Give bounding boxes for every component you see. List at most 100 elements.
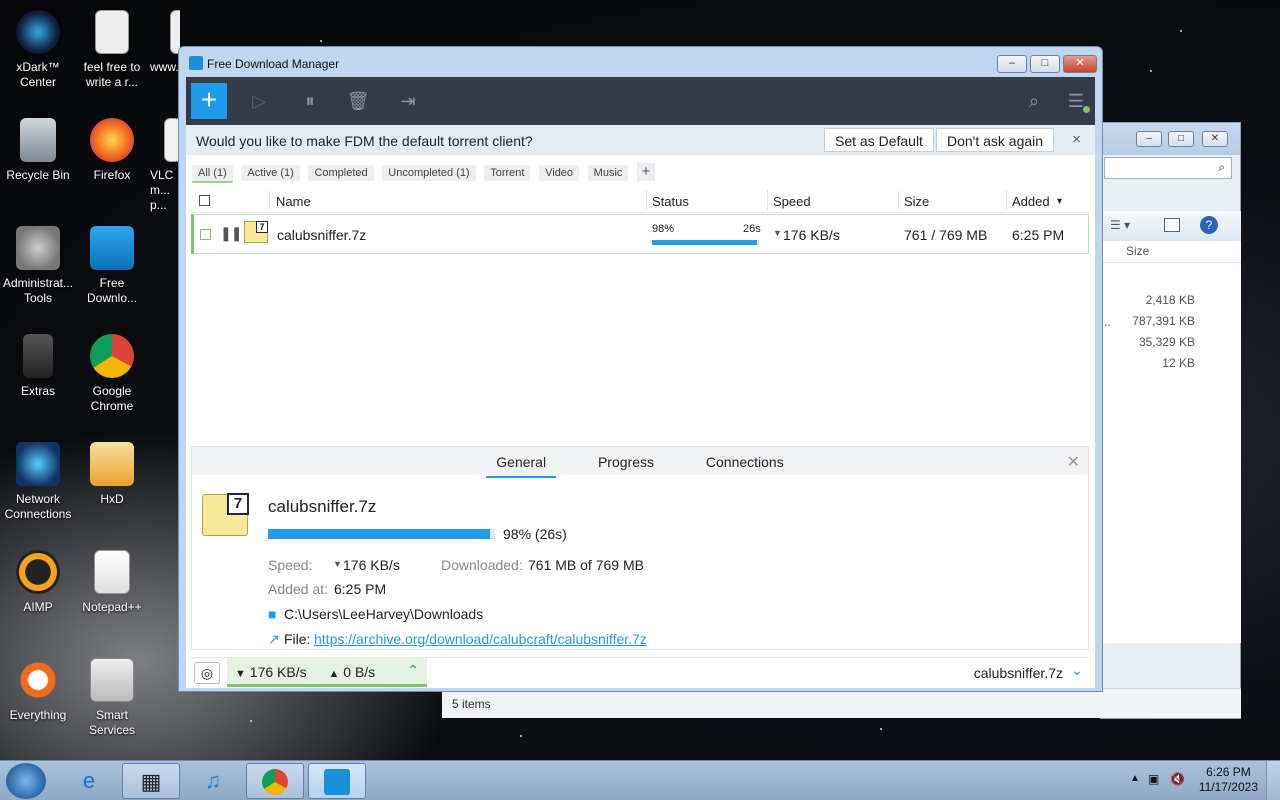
- file-size: 2,418 KB: [1145, 293, 1195, 307]
- explorer-titlebar: – □ ✕: [1100, 123, 1240, 155]
- status-percent: 98%: [652, 223, 675, 235]
- menu-icon[interactable]: ☰: [1058, 83, 1094, 119]
- status-column-header[interactable]: Status: [652, 194, 689, 209]
- select-all-checkbox[interactable]: [199, 195, 210, 206]
- maximize-button[interactable]: □: [1168, 131, 1194, 147]
- download-arrow-icon: ▼: [235, 668, 246, 680]
- desktop-icon-everything[interactable]: Everything: [0, 658, 76, 723]
- network-icon[interactable]: ▣: [1148, 772, 1159, 786]
- close-button[interactable]: ✕: [1202, 131, 1228, 147]
- current-download-name: calubsniffer.7z: [973, 665, 1063, 681]
- added-column-header[interactable]: Added: [1012, 194, 1050, 209]
- filter-video[interactable]: Video: [539, 165, 580, 181]
- tab-connections[interactable]: Connections: [696, 454, 794, 476]
- filter-music[interactable]: Music: [587, 165, 629, 181]
- dont-ask-again-button[interactable]: Don't ask again: [936, 128, 1055, 152]
- desktop-icon-network[interactable]: Network Connections: [0, 442, 76, 522]
- aimp-icon: [16, 550, 60, 594]
- desktop-icon-vlc[interactable]: VLC m... p...: [150, 118, 180, 213]
- filter-active[interactable]: Active (1): [241, 165, 300, 181]
- desktop-icon-label: Smart Services: [88, 708, 135, 737]
- fdm-titlebar[interactable]: Free Download Manager – □ ✕: [179, 47, 1102, 77]
- internet-explorer-icon[interactable]: e: [60, 763, 118, 799]
- desktop-icon-notepadpp[interactable]: Notepad++: [74, 550, 150, 615]
- desktop-icon-label: Extras: [20, 384, 55, 398]
- filter-all[interactable]: All (1): [192, 165, 233, 183]
- speed-column-header[interactable]: Speed: [773, 194, 811, 209]
- chevron-up-icon[interactable]: ⌃: [407, 662, 419, 679]
- desktop-icon-xdark[interactable]: xDark™ Center: [0, 10, 76, 90]
- star: [520, 735, 522, 737]
- archiver-icon[interactable]: ▦: [122, 763, 180, 799]
- text-file-icon: [95, 10, 129, 54]
- traffic-indicator[interactable]: ▼ 176 KB/s ▲ 0 B/s ⌃: [227, 658, 427, 687]
- desktop-icon-label: Notepad++: [82, 600, 142, 614]
- filter-completed[interactable]: Completed: [308, 165, 374, 181]
- add-download-button[interactable]: +: [191, 83, 227, 119]
- window-title: Free Download Manager: [207, 57, 340, 71]
- desktop-icon-aimp[interactable]: AIMP: [0, 550, 76, 615]
- explorer-column-header[interactable]: Size: [1100, 241, 1241, 263]
- row-checkbox[interactable]: [200, 229, 211, 240]
- desktop-icon-smart-services[interactable]: Smart Services: [74, 658, 150, 738]
- play-icon[interactable]: ▷: [241, 83, 277, 119]
- status-bar: ◎ ▼ 176 KB/s ▲ 0 B/s ⌃ calubsniffer.7z ⌄: [191, 657, 1089, 687]
- download-row[interactable]: ❚❚ 7 calubsniffer.7z 98% 26s ▼ 176 KB/s …: [191, 214, 1089, 254]
- column-divider: [1006, 190, 1007, 210]
- file-url-link[interactable]: https://archive.org/download/calubcraft/…: [314, 631, 647, 647]
- filter-uncompleted[interactable]: Uncompleted (1): [382, 165, 476, 181]
- desktop-icon-www[interactable]: www...: [150, 10, 180, 75]
- maximize-button[interactable]: □: [1030, 55, 1060, 73]
- download-added: 6:25 PM: [1012, 227, 1065, 243]
- speed-mode-icon[interactable]: ◎: [194, 662, 220, 684]
- filter-torrent[interactable]: Torrent: [484, 165, 531, 181]
- close-button[interactable]: ✕: [1063, 55, 1097, 73]
- desktop-icon-admin-tools[interactable]: Administrat... Tools: [0, 226, 76, 306]
- pause-icon[interactable]: ❚❚: [220, 225, 242, 242]
- close-details-icon[interactable]: ✕: [1067, 452, 1080, 472]
- desktop-icon-hxd[interactable]: HxD: [74, 442, 150, 507]
- explorer-search-box[interactable]: ⌕: [1104, 157, 1232, 179]
- minimize-button[interactable]: –: [997, 55, 1027, 73]
- download-folder-path[interactable]: C:\Users\LeeHarvey\Downloads: [284, 606, 483, 622]
- desktop-icon-recycle-bin[interactable]: Recycle Bin: [0, 118, 76, 183]
- pause-all-icon[interactable]: ⏸: [292, 83, 328, 119]
- view-options-icon[interactable]: ☰ ▾: [1110, 218, 1130, 232]
- size-column-header[interactable]: Size: [904, 194, 929, 209]
- delete-icon[interactable]: 🗑: [340, 83, 376, 119]
- fdm-taskbar-icon[interactable]: [308, 763, 366, 799]
- column-divider: [646, 190, 647, 210]
- show-desktop-button[interactable]: [1266, 761, 1280, 800]
- chevron-down-icon[interactable]: ⌄: [1071, 662, 1083, 679]
- desktop-icon-extras[interactable]: Extras: [0, 334, 76, 399]
- desktop-icon-firefox[interactable]: Firefox: [74, 118, 150, 183]
- clock[interactable]: 6:26 PM 11/17/2023: [1199, 765, 1258, 795]
- search-icon[interactable]: ⌕: [1016, 83, 1052, 119]
- sort-desc-icon[interactable]: ▾: [1057, 196, 1062, 207]
- desktop-icon-fdm[interactable]: Free Downlo...: [74, 226, 150, 306]
- fdm-content: + ▷ ⏸ 🗑 ⇥ ⌕ ☰ Would you like to make FDM…: [186, 77, 1095, 688]
- tab-progress[interactable]: Progress: [588, 454, 664, 476]
- set-default-button[interactable]: Set as Default: [824, 128, 934, 152]
- chrome-icon[interactable]: [246, 763, 304, 799]
- start-button[interactable]: [6, 763, 46, 799]
- xdark-icon: [16, 10, 60, 54]
- explorer-status-bar: 5 items: [442, 688, 1241, 718]
- tab-general[interactable]: General: [486, 454, 557, 478]
- desktop-icon-text-file[interactable]: feel free to write a r...: [74, 10, 150, 90]
- banner-close-icon[interactable]: ×: [1072, 131, 1081, 148]
- status-dot: [1083, 106, 1090, 113]
- name-column-header[interactable]: Name: [276, 194, 311, 209]
- desktop-icon-chrome[interactable]: Google Chrome: [74, 334, 150, 414]
- firefox-icon: [90, 118, 134, 162]
- help-icon[interactable]: ?: [1200, 216, 1218, 234]
- add-filter-button[interactable]: +: [637, 163, 656, 181]
- preview-pane-icon[interactable]: [1164, 218, 1180, 232]
- details-panel: General Progress Connections ✕ 7 calubsn…: [191, 446, 1089, 650]
- minimize-button[interactable]: –: [1136, 131, 1162, 147]
- volume-muted-icon[interactable]: 🔇: [1170, 772, 1185, 786]
- move-folder-icon[interactable]: ⇥: [390, 83, 426, 119]
- star: [320, 40, 322, 42]
- show-hidden-icons[interactable]: ▲: [1130, 773, 1140, 784]
- music-icon[interactable]: ♫: [184, 763, 242, 799]
